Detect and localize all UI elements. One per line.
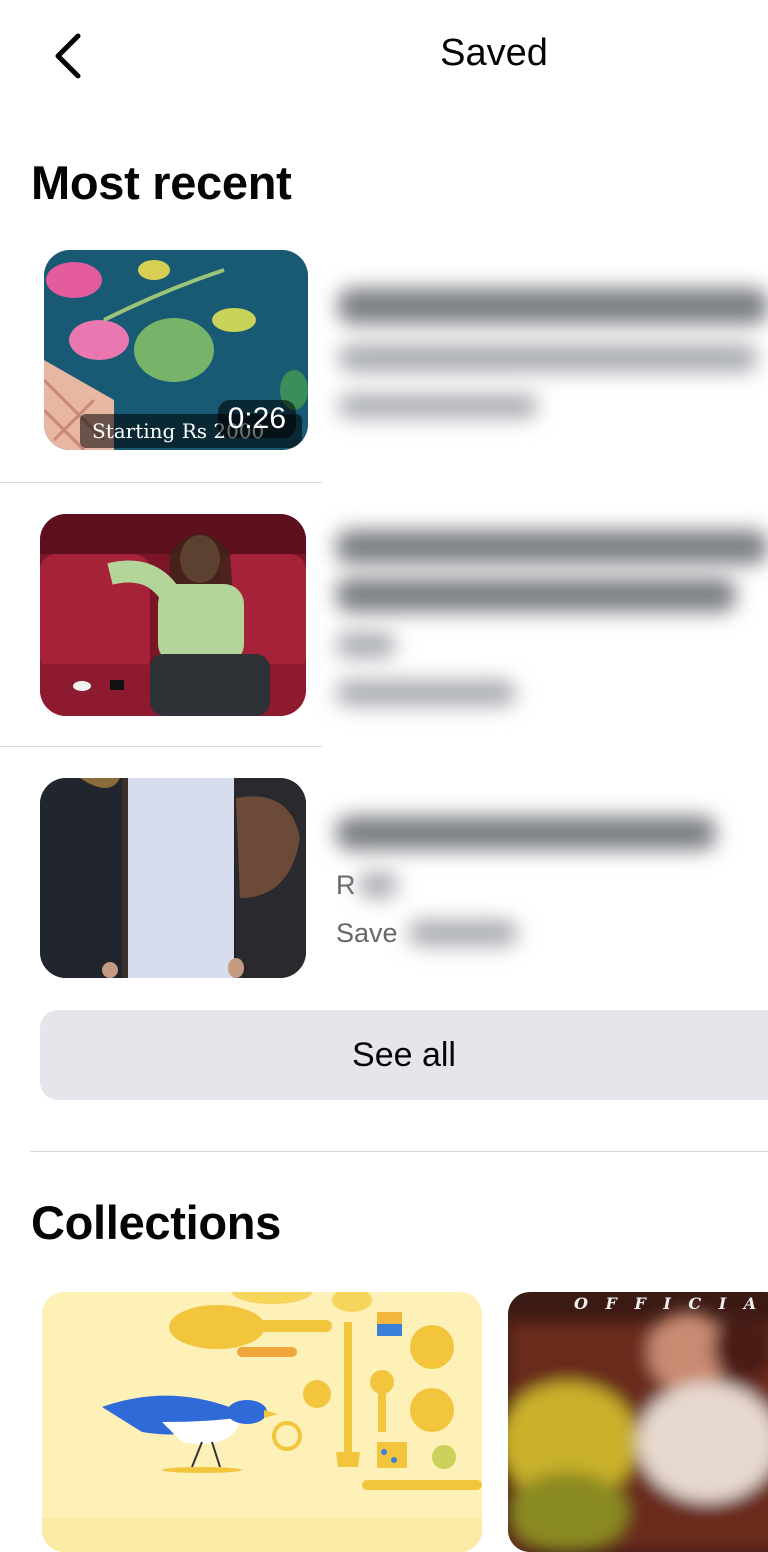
item-title-redacted bbox=[336, 816, 716, 850]
item-saved-redacted bbox=[408, 920, 518, 946]
saved-item[interactable] bbox=[0, 500, 768, 730]
item-meta-redacted bbox=[338, 344, 758, 372]
collection-cover-image bbox=[508, 1292, 768, 1552]
collection-banner-text: O F F I C I A L T bbox=[574, 1294, 768, 1313]
item-saved-time: Save bbox=[336, 918, 398, 948]
saved-item[interactable]: R Save bbox=[0, 762, 768, 992]
collection-card[interactable] bbox=[42, 1292, 482, 1552]
saved-item[interactable]: Starting Rs 2000 0:26 bbox=[0, 240, 768, 470]
image-thumbnail[interactable] bbox=[40, 778, 306, 978]
item-meta-redacted bbox=[336, 632, 396, 658]
item-saved-redacted bbox=[338, 394, 538, 418]
item-saved-redacted bbox=[336, 680, 516, 706]
video-thumbnail[interactable]: Starting Rs 2000 0:26 bbox=[44, 250, 308, 450]
most-recent-heading: Most recent bbox=[31, 156, 292, 209]
divider bbox=[30, 1151, 768, 1152]
see-all-button[interactable]: See all bbox=[40, 1010, 768, 1100]
collections-heading: Collections bbox=[31, 1196, 282, 1249]
video-duration: 0:26 bbox=[217, 400, 296, 438]
divider bbox=[0, 746, 322, 747]
top-bar: Saved bbox=[0, 0, 768, 112]
collection-card[interactable]: O F F I C I A L T bbox=[508, 1292, 768, 1552]
item-title-redacted bbox=[336, 578, 736, 612]
item-title-redacted bbox=[338, 288, 768, 324]
image-thumbnail[interactable] bbox=[40, 514, 306, 716]
item-type-redacted bbox=[358, 872, 398, 898]
collection-illustration bbox=[42, 1292, 482, 1552]
item-title-redacted bbox=[336, 530, 768, 564]
divider bbox=[0, 482, 322, 483]
item-type: R bbox=[336, 870, 356, 900]
page-title: Saved bbox=[440, 32, 548, 74]
